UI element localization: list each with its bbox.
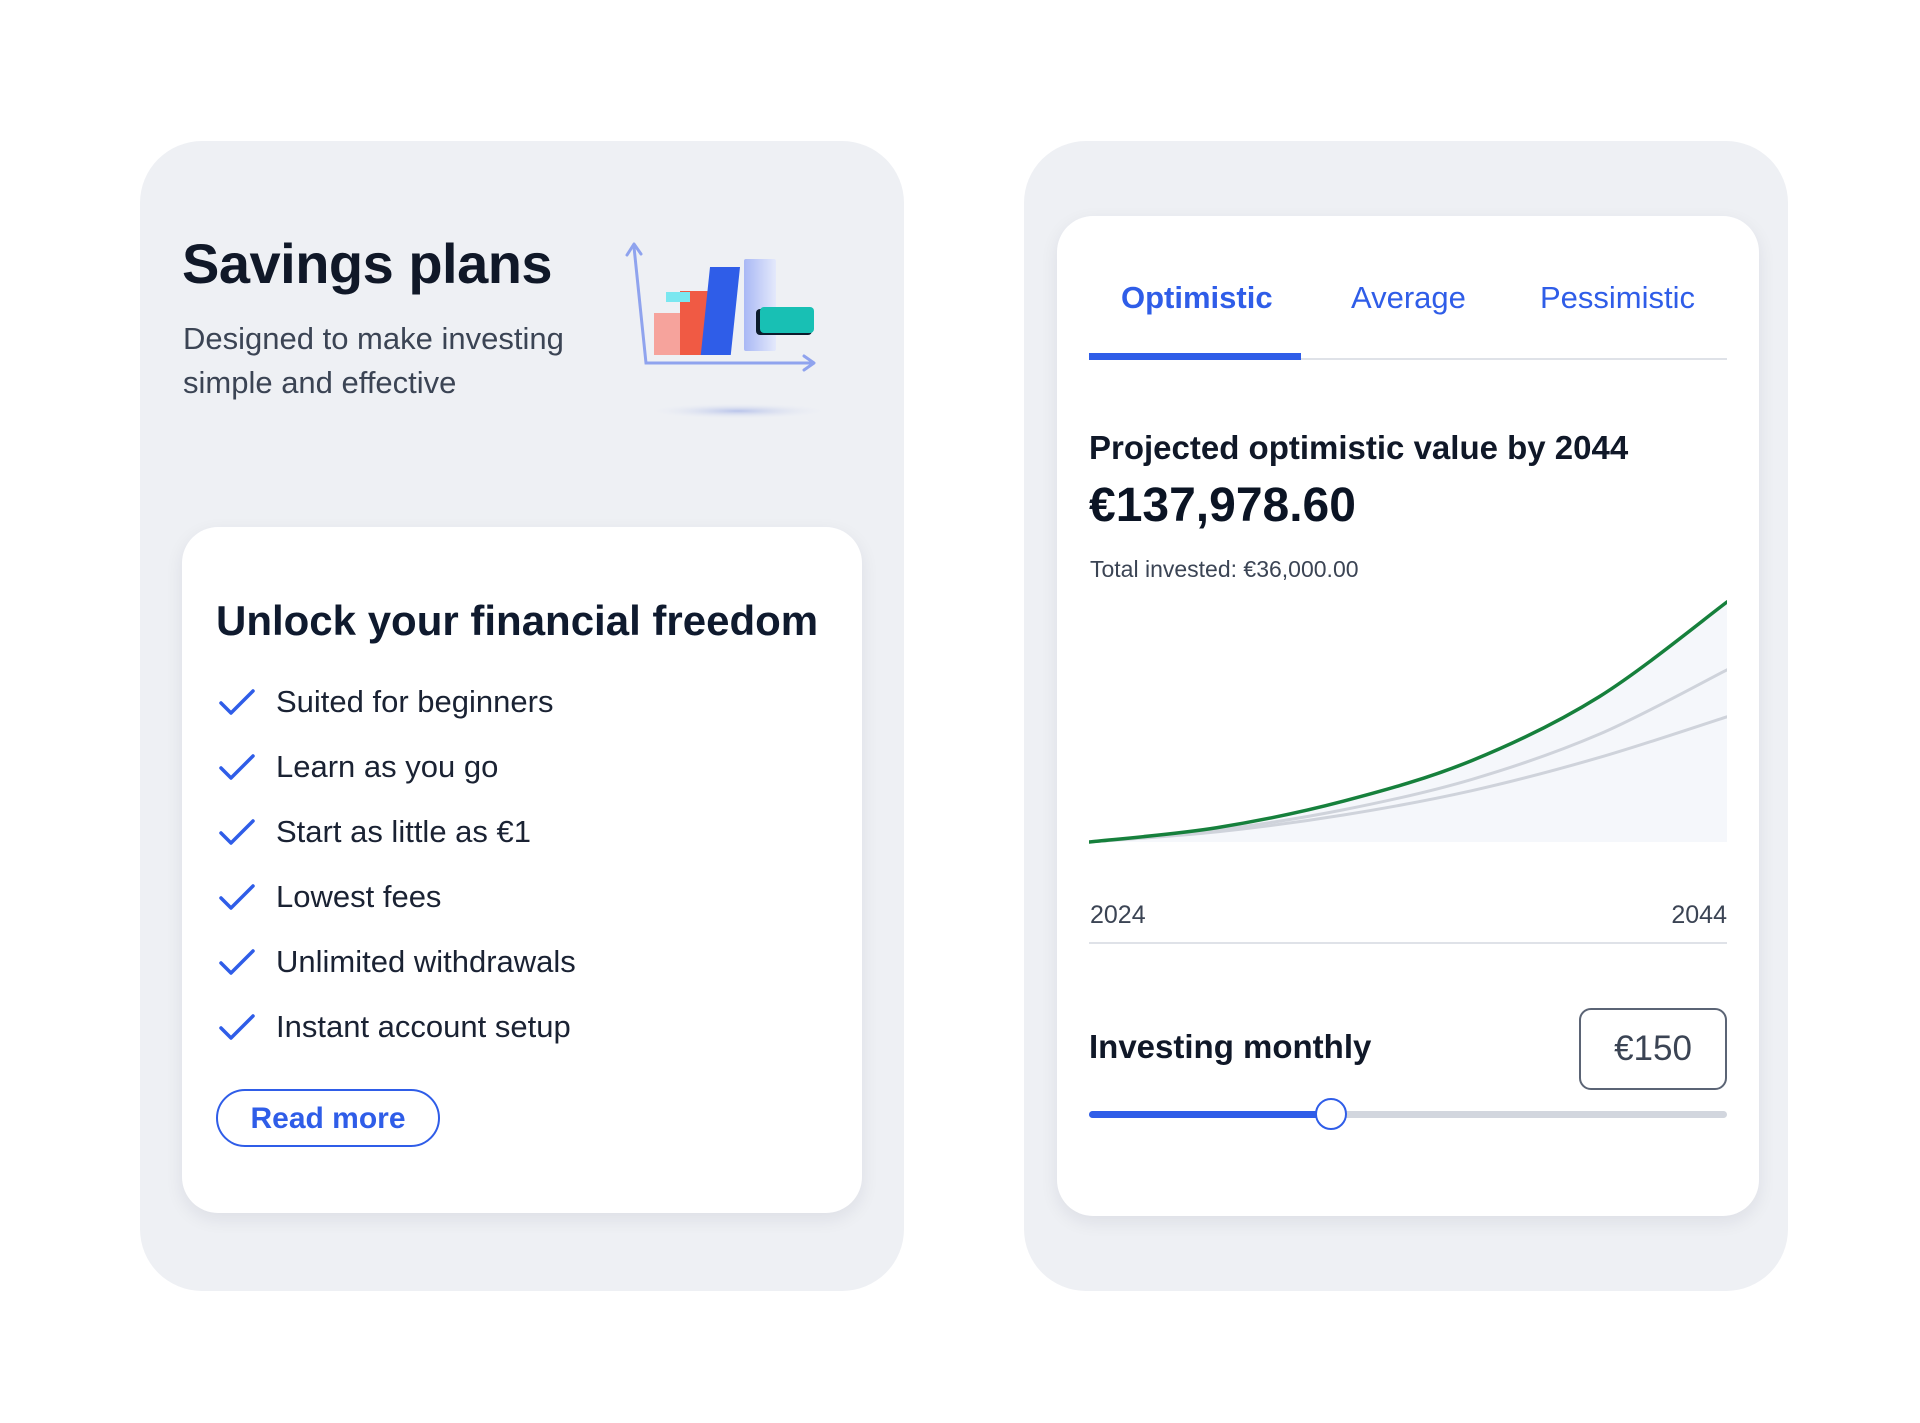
- benefit-item: Suited for beginners: [218, 669, 576, 734]
- slider-thumb[interactable]: [1315, 1098, 1348, 1130]
- total-invested: Total invested: €36,000.00: [1090, 556, 1359, 582]
- benefit-item: Instant account setup: [218, 994, 576, 1059]
- projection-chart: [1089, 600, 1727, 844]
- benefit-label: Unlimited withdrawals: [276, 943, 576, 979]
- check-icon: [219, 1013, 255, 1040]
- benefit-label: Suited for beginners: [276, 683, 554, 719]
- tab-average[interactable]: Average: [1351, 280, 1466, 316]
- benefits-card: Unlock your financial freedom Suited for…: [182, 527, 862, 1213]
- benefit-item: Unlimited withdrawals: [218, 929, 576, 994]
- card-heading: Unlock your financial freedom: [216, 597, 819, 644]
- projected-value: €137,978.60: [1089, 479, 1356, 532]
- x-axis-end-label: 2044: [1671, 901, 1727, 929]
- check-icon: [219, 688, 255, 715]
- monthly-amount-slider[interactable]: [1089, 1096, 1727, 1132]
- slider-fill: [1089, 1111, 1332, 1118]
- tab-pessimistic[interactable]: Pessimistic: [1540, 280, 1695, 316]
- benefit-label: Lowest fees: [276, 878, 442, 914]
- benefit-item: Start as little as €1: [218, 799, 576, 864]
- read-more-button[interactable]: Read more: [216, 1089, 440, 1147]
- monthly-amount-input[interactable]: [1579, 1008, 1727, 1090]
- benefit-item: Lowest fees: [218, 864, 576, 929]
- investing-monthly-label: Investing monthly: [1089, 1028, 1372, 1065]
- check-icon: [219, 948, 255, 975]
- projection-area: [1089, 602, 1727, 842]
- benefit-item: Learn as you go: [218, 734, 576, 799]
- check-icon: [219, 753, 255, 780]
- scenario-tabs: Optimistic Average Pessimistic: [1089, 280, 1727, 360]
- tab-optimistic[interactable]: Optimistic: [1121, 280, 1273, 316]
- x-axis-start-label: 2024: [1090, 901, 1146, 929]
- page-title: Savings plans: [182, 232, 553, 295]
- page-subtitle: Designed to make investing simple and ef…: [183, 321, 564, 400]
- active-tab-indicator: [1089, 353, 1301, 360]
- x-axis-line: [1089, 942, 1727, 944]
- check-icon: [219, 818, 255, 845]
- benefit-label: Learn as you go: [276, 748, 499, 784]
- projection-label: Projected optimistic value by 2044: [1089, 429, 1629, 466]
- benefit-label: Start as little as €1: [276, 813, 532, 849]
- benefit-label: Instant account setup: [276, 1008, 571, 1044]
- benefits-list: Suited for beginners Learn as you go Sta…: [218, 669, 576, 1059]
- projection-card: Optimistic Average Pessimistic Projected…: [1057, 216, 1759, 1216]
- bar-chart-illustration-icon: [625, 242, 830, 419]
- projection-panel: Optimistic Average Pessimistic Projected…: [1024, 141, 1788, 1291]
- check-icon: [219, 883, 255, 910]
- savings-plans-panel: Savings plans Designed to make investing…: [140, 141, 904, 1291]
